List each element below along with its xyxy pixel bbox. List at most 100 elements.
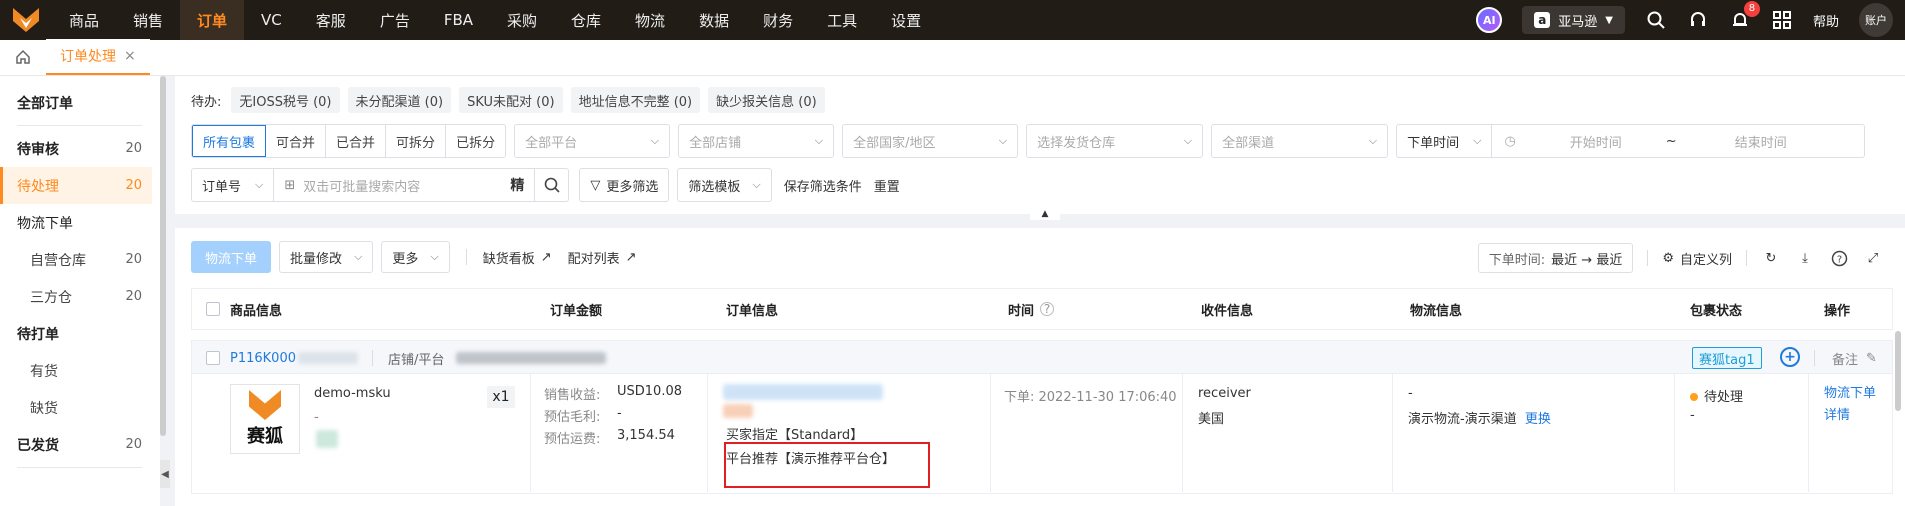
- todo-chip-unassigned-channel[interactable]: 未分配渠道 (0): [347, 87, 452, 113]
- channel-select[interactable]: 全部渠道 ⌵: [1211, 124, 1389, 158]
- help-link[interactable]: 帮助: [1813, 11, 1839, 30]
- custom-columns-button[interactable]: ⚙ 自定义列: [1662, 249, 1732, 268]
- sidebar-scrollbar[interactable]: [160, 76, 170, 506]
- segment-split[interactable]: 已拆分: [446, 125, 505, 157]
- date-range-picker[interactable]: ◷ 开始时间 ~ 结束时间: [1492, 132, 1864, 151]
- segment-merged[interactable]: 已合并: [326, 125, 387, 157]
- add-tag-icon[interactable]: +: [1780, 347, 1800, 367]
- sidebar-item-third-party-warehouse[interactable]: 三方仓 20: [0, 278, 152, 315]
- nav-item-tools[interactable]: 工具: [810, 0, 874, 40]
- chevron-down-icon: ⌵: [998, 134, 1008, 147]
- nav-item-sales[interactable]: 销售: [116, 0, 180, 40]
- batch-edit-button[interactable]: 批量修改 ⌵: [279, 241, 374, 273]
- nav-item-purchase[interactable]: 采购: [490, 0, 554, 40]
- sidebar-item-in-stock[interactable]: 有货: [0, 352, 152, 389]
- filter-template-select[interactable]: 筛选模板 ⌵: [677, 168, 772, 202]
- nav-item-fba[interactable]: FBA: [427, 0, 490, 40]
- marketplace-select[interactable]: a 亚马逊 ▼: [1522, 6, 1625, 34]
- order-number-link[interactable]: P116K000: [230, 341, 358, 375]
- download-icon[interactable]: ⤓: [1795, 248, 1815, 268]
- nav-item-ads[interactable]: 广告: [363, 0, 427, 40]
- collapse-filters-arrow[interactable]: ▲: [1030, 208, 1060, 220]
- segment-mergeable[interactable]: 可合并: [266, 125, 327, 157]
- save-filter-button[interactable]: 保存筛选条件: [784, 176, 862, 195]
- tab-order-processing[interactable]: 订单处理 ×: [46, 39, 150, 75]
- nav-item-orders[interactable]: 订单: [180, 0, 245, 40]
- remark-button[interactable]: 备注 ✎: [1832, 341, 1877, 375]
- pair-list-link[interactable]: 配对列表 ↗: [568, 248, 637, 267]
- logistics-order-button[interactable]: 物流下单: [191, 241, 272, 273]
- column-divider: [1182, 374, 1183, 492]
- ai-assistant-button[interactable]: AI: [1476, 7, 1503, 33]
- reset-button[interactable]: 重置: [874, 176, 900, 195]
- refresh-icon[interactable]: ↻: [1761, 248, 1781, 268]
- apps-grid-icon[interactable]: [1771, 9, 1793, 31]
- fullscreen-icon[interactable]: ⤢: [1863, 248, 1883, 268]
- row-logistics-order-link[interactable]: 物流下单: [1824, 382, 1876, 401]
- warehouse-select[interactable]: 选择发货仓库 ⌵: [1026, 124, 1204, 158]
- sidebar-item-own-warehouse[interactable]: 自营仓库 20: [0, 241, 152, 278]
- nav-item-logistics[interactable]: 物流: [618, 0, 682, 40]
- nav-item-warehouse[interactable]: 仓库: [554, 0, 618, 40]
- row-detail-link[interactable]: 详情: [1824, 404, 1850, 423]
- platform-select[interactable]: 全部平台 ⌵: [514, 124, 671, 158]
- table-header: 商品信息 订单金额 订单信息 时间 ? 收件信息 物流信息 包裹状态 操作: [191, 288, 1893, 330]
- sidebar-collapse-button[interactable]: ◀: [160, 460, 170, 488]
- nav-item-customer-service[interactable]: 客服: [299, 0, 363, 40]
- nav-item-products[interactable]: 商品: [52, 0, 116, 40]
- todo-chip-incomplete-address[interactable]: 地址信息不完整 (0): [570, 87, 701, 113]
- sidebar-item-pending-review[interactable]: 待审核 20: [0, 130, 152, 167]
- store-select[interactable]: 全部店铺 ⌵: [678, 124, 835, 158]
- info-icon[interactable]: ?: [1040, 302, 1055, 316]
- nav-item-finance[interactable]: 财务: [746, 0, 810, 40]
- order-checkbox[interactable]: [206, 351, 220, 365]
- chevron-down-icon: ⌵: [430, 250, 439, 263]
- home-tab[interactable]: [0, 39, 46, 75]
- search-type-select[interactable]: 订单号 ⌵: [192, 169, 275, 201]
- todo-chip-no-ioss[interactable]: 无IOSS税号 (0): [231, 87, 340, 113]
- todo-chip-missing-customs[interactable]: 缺少报关信息 (0): [708, 87, 825, 113]
- more-filters-button[interactable]: ▽ 更多筛选: [579, 168, 670, 202]
- todo-chip-sku-unpaired[interactable]: SKU未配对 (0): [459, 87, 563, 113]
- search-button[interactable]: [534, 169, 568, 201]
- page-scrollbar[interactable]: [1895, 331, 1901, 411]
- sidebar-item-logistics-order[interactable]: 物流下单: [0, 204, 152, 241]
- start-date-input[interactable]: 开始时间: [1570, 132, 1622, 151]
- clock-icon: ◷: [1504, 133, 1516, 149]
- app-logo[interactable]: [0, 0, 52, 40]
- search-input[interactable]: ⊞ 双击可批量搜索内容 精: [274, 175, 534, 195]
- headset-icon[interactable]: [1687, 9, 1709, 31]
- shortage-board-link[interactable]: 缺货看板 ↗: [483, 248, 552, 267]
- select-all-checkbox[interactable]: [206, 289, 220, 329]
- nav-item-data[interactable]: 数据: [682, 0, 746, 40]
- blurred-text: [723, 384, 883, 400]
- date-type-select[interactable]: 下单时间 ⌵: [1397, 125, 1493, 157]
- change-channel-link[interactable]: 更换: [1525, 412, 1551, 427]
- nav-item-settings[interactable]: 设置: [874, 0, 938, 40]
- sidebar-item-out-of-stock[interactable]: 缺货: [0, 389, 152, 426]
- segment-all-packages[interactable]: 所有包裹: [192, 125, 267, 157]
- sidebar-item-shipped[interactable]: 已发货 20: [0, 426, 152, 463]
- sidebar-item-all-orders[interactable]: 全部订单: [0, 84, 152, 121]
- sidebar-item-pending-processing[interactable]: 待处理 20: [0, 167, 152, 204]
- end-date-input[interactable]: 结束时间: [1735, 132, 1787, 151]
- order-tag[interactable]: 赛狐tag1: [1692, 347, 1762, 369]
- nav-item-vc[interactable]: VC: [244, 0, 299, 40]
- bell-icon[interactable]: 8: [1729, 1, 1760, 31]
- sort-order-select[interactable]: 下单时间: 最近 → 最近: [1477, 243, 1634, 273]
- fox-logo-icon: [249, 390, 281, 420]
- sort-value: 最近 → 最近: [1551, 252, 1623, 268]
- account-avatar[interactable]: 账户: [1859, 3, 1893, 37]
- store-platform-label: 店铺/平台: [388, 352, 445, 368]
- product-image[interactable]: 赛狐: [230, 384, 300, 454]
- close-icon[interactable]: ×: [124, 48, 136, 64]
- help-icon[interactable]: ?: [1829, 248, 1849, 268]
- exact-match-toggle[interactable]: 精: [510, 175, 524, 195]
- sidebar-item-pending-print[interactable]: 待打单: [0, 315, 152, 352]
- segment-splittable[interactable]: 可拆分: [386, 125, 447, 157]
- more-actions-button[interactable]: 更多 ⌵: [381, 241, 450, 273]
- country-select[interactable]: 全部国家/地区 ⌵: [842, 124, 1019, 158]
- search-icon[interactable]: [1645, 9, 1667, 31]
- filter-panel: 待办: 无IOSS税号 (0) 未分配渠道 (0) SKU未配对 (0) 地址信…: [175, 76, 1905, 214]
- sidebar-item-label: 待处理: [17, 178, 59, 195]
